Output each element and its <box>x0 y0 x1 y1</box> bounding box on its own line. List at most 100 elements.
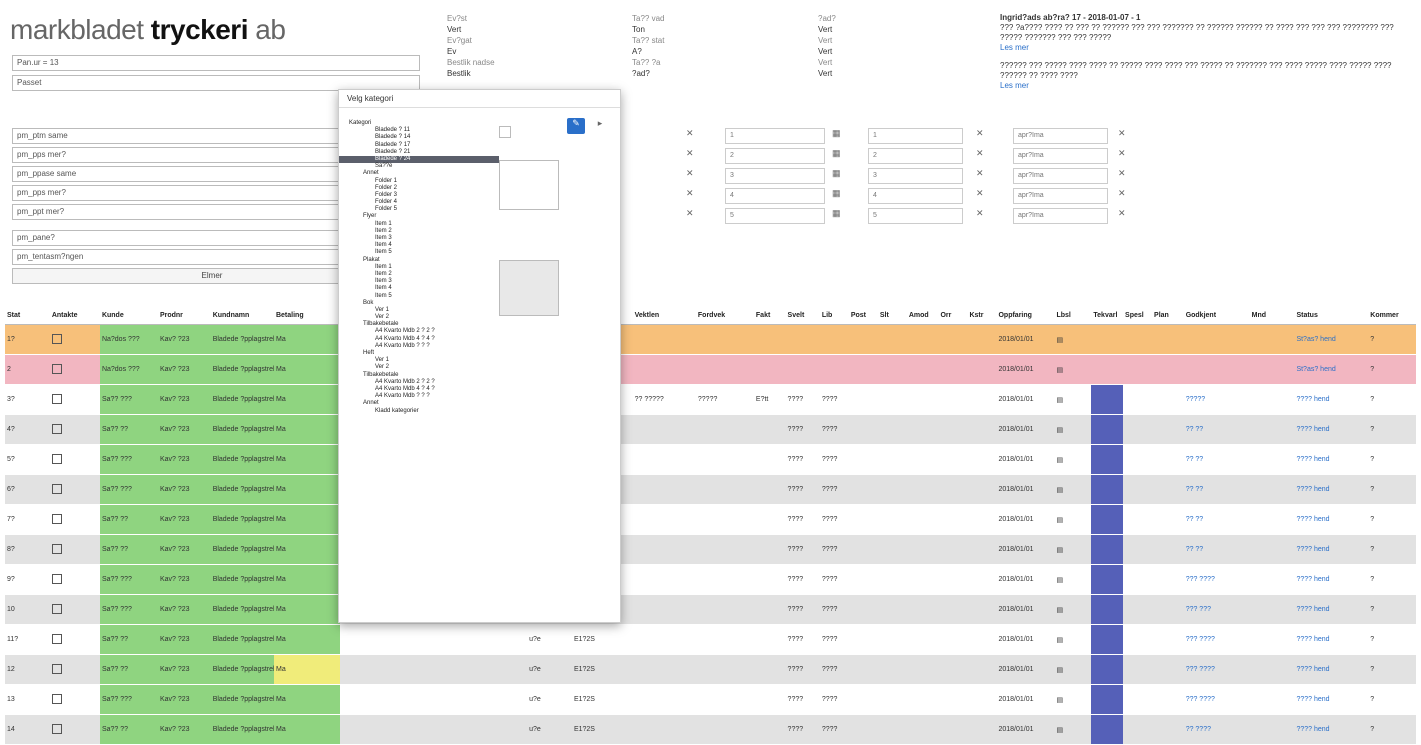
dropdown-option[interactable]: Item 2 <box>339 271 499 278</box>
row-checkbox[interactable] <box>51 363 62 374</box>
table-cell[interactable] <box>49 594 100 625</box>
date-input[interactable]: apr?Ima <box>1013 168 1108 184</box>
row-checkbox[interactable] <box>51 333 62 344</box>
cell-value[interactable]: ???? hend <box>1296 456 1329 463</box>
dropdown-option[interactable]: Folder 2 <box>339 185 499 192</box>
table-row[interactable]: 1? Na?dos ??? Kav? ?23 Bladede ?pplagstrek M… <box>5 324 1416 355</box>
table-cell[interactable]: ??? ??? <box>1183 594 1250 625</box>
row-checkbox[interactable] <box>51 543 62 554</box>
category-dropdown[interactable]: Velg kategori ✎ ▸ Kategori Bladede ? 11 Bl… <box>338 89 621 623</box>
cell-value[interactable]: ???? hend <box>1296 576 1329 583</box>
dropdown-option[interactable]: Annet <box>339 400 499 407</box>
cell-value[interactable]: ??? ???? <box>1186 576 1215 583</box>
table-cell[interactable]: ??? ???? <box>1183 564 1250 595</box>
cell-value[interactable]: ??? ??? <box>1186 606 1211 613</box>
table-cell[interactable]: ???? hend <box>1294 414 1350 445</box>
dropdown-option[interactable]: Tilbakebetale <box>339 372 499 379</box>
clear-icon[interactable]: ✕ <box>686 168 694 179</box>
clear-icon[interactable]: ✕ <box>686 188 694 199</box>
dropdown-toggle[interactable] <box>499 126 511 138</box>
dropdown-option[interactable]: Heft <box>339 350 499 357</box>
calendar-icon[interactable]: ▦ <box>832 148 841 159</box>
cell-value[interactable]: ???? hend <box>1296 696 1329 703</box>
cell-value[interactable]: ???? hend <box>1296 606 1329 613</box>
table-cell[interactable]: ?? ?? <box>1183 474 1250 505</box>
date-input[interactable]: apr?Ima <box>1013 188 1108 204</box>
clear-icon[interactable]: ✕ <box>976 128 984 139</box>
table-cell[interactable]: ??? ???? <box>1183 684 1250 715</box>
dropdown-option[interactable]: Folder 5 <box>339 206 499 213</box>
dropdown-option[interactable]: A4 Kvarto Mdb 4 ? 4 ? <box>339 386 499 393</box>
notes-textarea[interactable] <box>499 160 559 210</box>
row-checkbox[interactable] <box>51 663 62 674</box>
cell-value[interactable]: ????? <box>1186 396 1205 403</box>
dropdown-option[interactable]: A4 Kvarto Mdb 4 ? 4 ? <box>339 336 499 343</box>
table-row[interactable]: 12 Sa?? ?? Kav? ?23 Bladede ?pplagstrek Ma u?… <box>5 654 1416 685</box>
number-input[interactable]: 4 <box>725 188 825 204</box>
table-cell[interactable]: ????? <box>1183 384 1250 415</box>
calendar-icon[interactable]: ▦ <box>832 188 841 199</box>
date-input[interactable]: apr?Ima <box>1013 148 1108 164</box>
row-checkbox[interactable] <box>51 483 62 494</box>
calendar-icon[interactable]: ▦ <box>832 128 841 139</box>
clear-icon[interactable]: ✕ <box>976 208 984 219</box>
table-cell[interactable]: ???? hend <box>1294 654 1350 685</box>
clear-icon[interactable]: ✕ <box>686 148 694 159</box>
number-input[interactable]: 3 <box>725 168 825 184</box>
info-link-1[interactable]: Les mer <box>1000 43 1029 52</box>
clear-icon[interactable]: ✕ <box>1118 148 1126 159</box>
table-cell[interactable] <box>49 534 100 565</box>
row-checkbox[interactable] <box>51 603 62 614</box>
dropdown-option[interactable]: Bladede ? 11 <box>339 127 499 134</box>
dropdown-option[interactable]: Ver 1 <box>339 357 499 364</box>
cell-value[interactable]: ???? hend <box>1296 666 1329 673</box>
date-input[interactable]: apr?Ima <box>1013 128 1108 144</box>
table-cell[interactable] <box>49 414 100 445</box>
column-header[interactable]: Kunde <box>99 306 158 325</box>
column-header[interactable]: Kstr <box>967 306 997 325</box>
cell-value[interactable]: ??? ???? <box>1186 636 1215 643</box>
column-header[interactable]: Svelt <box>785 306 820 325</box>
dropdown-option[interactable]: Bladede ? 21 <box>339 149 499 156</box>
column-header[interactable]: Post <box>848 306 878 325</box>
dropdown-option[interactable]: Ver 2 <box>339 314 499 321</box>
table-cell[interactable]: ???? hend <box>1294 444 1350 475</box>
table-row[interactable]: 13 Sa?? ??? Kav? ?23 Bladede ?pplagstrek Ma u… <box>5 684 1416 715</box>
column-header[interactable]: Status <box>1294 306 1350 325</box>
dropdown-option[interactable]: Item 4 <box>339 285 499 292</box>
column-header[interactable]: Prodnr <box>157 306 211 325</box>
column-header[interactable]: Stat <box>5 306 50 325</box>
table-cell[interactable]: ??? ???? <box>1183 654 1250 685</box>
date-input[interactable]: apr?Ima <box>1013 208 1108 224</box>
table-row[interactable]: 11? Sa?? ?? Kav? ?23 Bladede ?pplagstrek Ma u… <box>5 624 1416 655</box>
clear-icon[interactable]: ✕ <box>686 208 694 219</box>
table-row[interactable]: 10Sa?? ???Kav? ?23Bladede ?pplagstrekMau… <box>5 594 1416 625</box>
table-row[interactable]: 8?Sa?? ??Kav? ?23Bladede ?pplagstrekMau?… <box>5 534 1416 565</box>
column-header[interactable]: Spesl <box>1123 306 1153 325</box>
table-row[interactable]: 14 Sa?? ?? Kav? ?23 Bladede ?pplagstrek Ma u?… <box>5 714 1416 745</box>
table-row[interactable]: 3?Sa?? ???Kav? ?23Bladede ?pplagstrekMaS… <box>5 384 1416 415</box>
dropdown-option[interactable]: Folder 3 <box>339 192 499 199</box>
column-header[interactable]: Mnd <box>1249 306 1295 325</box>
dropdown-option[interactable]: Kategori <box>339 120 499 127</box>
table-cell[interactable] <box>49 654 100 685</box>
table-cell[interactable] <box>49 504 100 535</box>
table-cell[interactable]: ?? ???? <box>1183 714 1250 745</box>
dropdown-option[interactable]: A4 Kvarto Mdb ? ? ? <box>339 343 499 350</box>
dropdown-option[interactable]: Item 5 <box>339 249 499 256</box>
column-header[interactable]: Antakte <box>49 306 100 325</box>
dropdown-option[interactable]: Sa??e <box>339 163 499 170</box>
calendar-icon[interactable]: ▦ <box>832 208 841 219</box>
row-checkbox[interactable] <box>51 423 62 434</box>
dropdown-option[interactable]: Tilbakebetale <box>339 321 499 328</box>
dropdown-option[interactable]: A4 Kvarto Mdb ? ? ? <box>339 393 499 400</box>
cell-value[interactable]: ???? hend <box>1296 546 1329 553</box>
calendar-icon[interactable]: ▦ <box>832 168 841 179</box>
cell-value[interactable]: ?? ?? <box>1186 426 1204 433</box>
dropdown-option[interactable]: Bok <box>339 300 499 307</box>
table-cell[interactable]: St?as? hend <box>1294 324 1350 355</box>
number-input[interactable]: 5 <box>868 208 963 224</box>
table-cell[interactable] <box>1183 354 1250 385</box>
table-cell[interactable] <box>49 624 100 655</box>
dropdown-option[interactable]: Folder 4 <box>339 199 499 206</box>
